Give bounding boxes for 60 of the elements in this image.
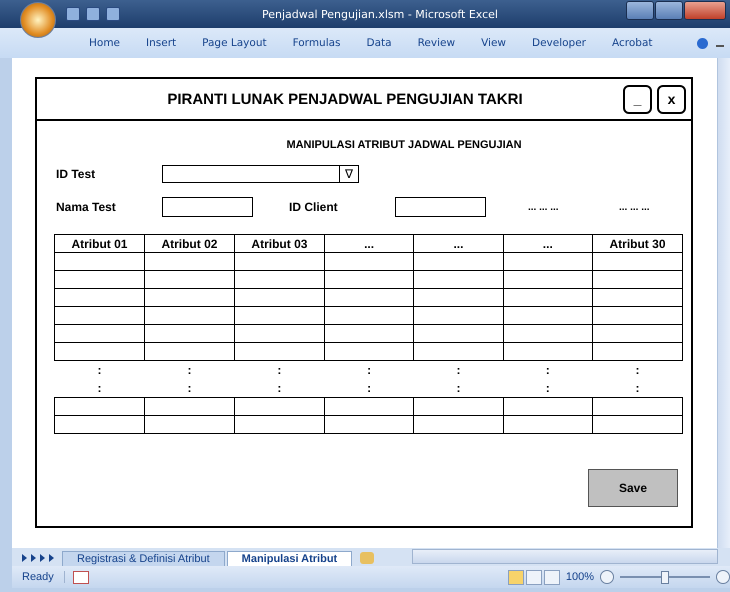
column-header: ... (503, 234, 592, 252)
ribbon-tab[interactable]: Insert (133, 37, 190, 49)
continuation-mark: : (592, 360, 682, 379)
column-header: ... (324, 234, 414, 252)
ribbon-tab[interactable]: Home (76, 37, 134, 49)
minimize-button[interactable]: _ (623, 84, 652, 114)
horizontal-scrollbar[interactable] (412, 549, 718, 564)
window-title: Penjadwal Pengujian.xlsm - Microsoft Excel (261, 8, 499, 20)
ribbon-tab[interactable]: Data (354, 37, 405, 49)
form-subtitle: MANIPULASI ATRIBUT JADWAL PENGUJIAN (285, 139, 523, 151)
dropdown-field[interactable]: ∇ (162, 165, 359, 183)
ellipsis-text: ... ... ... (528, 202, 560, 212)
sheet-tab[interactable]: Registrasi & Definisi Atribut (62, 551, 225, 566)
zoom-thumb[interactable] (661, 570, 669, 584)
ribbon-tab[interactable]: View (468, 37, 519, 49)
continuation-mark: : (414, 360, 504, 379)
close-button[interactable]: x (657, 84, 686, 114)
continuation-mark: : (234, 379, 324, 398)
continuation-mark: : (503, 379, 592, 398)
ribbon-tab[interactable]: Review (404, 37, 468, 49)
close-button[interactable] (684, 1, 726, 20)
field-label: ID Test (56, 167, 96, 181)
continuation-mark: : (144, 360, 234, 379)
column-header: Atribut 02 (144, 234, 234, 252)
page-layout-icon[interactable] (526, 570, 542, 584)
field-label: Nama Test (56, 200, 117, 214)
column-header: Atribut 03 (234, 234, 324, 252)
office-button[interactable] (20, 2, 56, 38)
maximize-button[interactable] (655, 1, 683, 20)
zoom-level[interactable]: 100% (560, 571, 600, 583)
ribbon-tab[interactable]: Acrobat (599, 37, 666, 49)
field-label: ID Client (289, 200, 339, 214)
input-field[interactable] (162, 197, 253, 217)
continuation-mark: : (234, 360, 324, 379)
help-icon[interactable] (697, 38, 708, 48)
form-title: PIRANTI LUNAK PENJADWAL PENGUJIAN TAKRI (166, 90, 524, 108)
minimize-button[interactable] (626, 1, 654, 20)
continuation-mark: : (503, 360, 592, 379)
continuation-mark: : (324, 360, 414, 379)
continuation-mark: : (144, 379, 234, 398)
ribbon-tab[interactable]: Page Layout (189, 37, 280, 49)
continuation-mark: : (324, 379, 414, 398)
status-text: Ready (12, 571, 65, 583)
ribbon-tab[interactable]: Formulas (280, 37, 354, 49)
page-break-icon[interactable] (544, 570, 560, 584)
normal-view-icon[interactable] (508, 570, 524, 584)
continuation-mark: : (592, 379, 682, 398)
ribbon-tab[interactable]: Developer (519, 37, 600, 49)
ellipsis-text: ... ... ... (619, 202, 651, 212)
sheet-tab[interactable]: Manipulasi Atribut (226, 551, 352, 566)
continuation-mark: : (54, 379, 144, 398)
save-button[interactable]: Save (588, 469, 678, 507)
continuation-mark: : (54, 360, 144, 379)
input-field[interactable] (395, 197, 486, 217)
column-header: Atribut 30 (592, 234, 682, 252)
vertical-scrollbar[interactable] (717, 58, 730, 548)
column-header: ... (414, 234, 504, 252)
macro-icon[interactable] (72, 570, 89, 584)
column-header: Atribut 01 (54, 234, 144, 252)
continuation-mark: : (414, 379, 504, 398)
